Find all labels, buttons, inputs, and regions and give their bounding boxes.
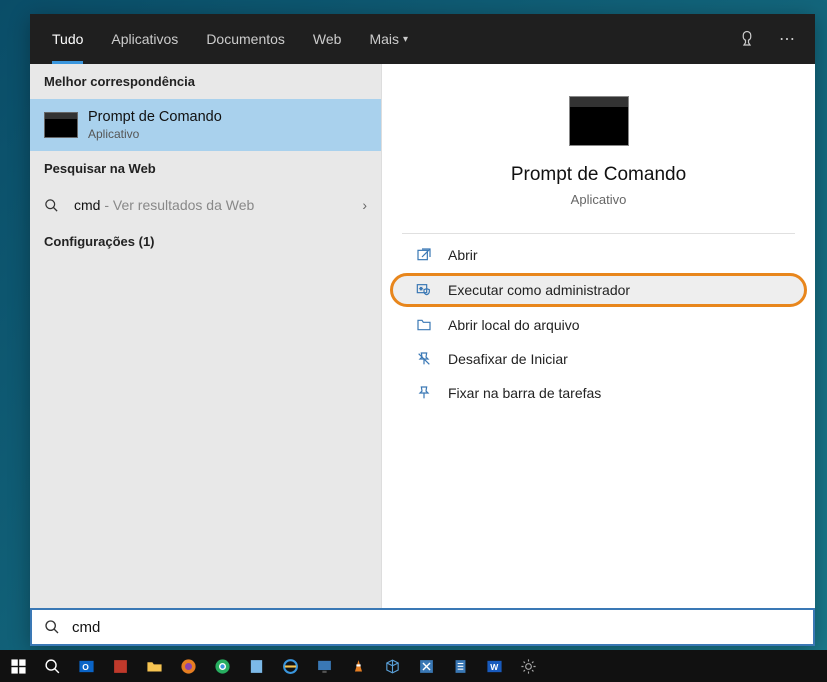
section-settings[interactable]: Configurações (1) — [30, 224, 381, 259]
taskbar-search-icon[interactable] — [36, 652, 68, 680]
result-subtitle: Aplicativo — [88, 127, 367, 141]
result-cmd-prompt[interactable]: Prompt de Comando Aplicativo — [30, 99, 381, 151]
action-unpin-start[interactable]: Desafixar de Iniciar — [390, 343, 807, 375]
divider — [402, 233, 795, 234]
taskbar-firefox-icon[interactable] — [172, 652, 204, 680]
action-label: Abrir local do arquivo — [448, 317, 580, 333]
taskbar-explorer-icon[interactable] — [138, 652, 170, 680]
action-pin-taskbar[interactable]: Fixar na barra de tarefas — [390, 377, 807, 409]
action-label: Fixar na barra de tarefas — [448, 385, 601, 401]
taskbar-outlook-icon[interactable]: O — [70, 652, 102, 680]
taskbar-app-monitor-icon[interactable] — [308, 652, 340, 680]
section-best-match: Melhor correspondência — [30, 64, 381, 99]
preview-cmd-icon — [569, 96, 629, 146]
preview-column: Prompt de Comando Aplicativo Abrir Execu… — [382, 64, 815, 608]
tab-apps[interactable]: Aplicativos — [97, 14, 192, 64]
taskbar: O W — [0, 650, 827, 682]
action-run-as-admin[interactable]: Executar como administrador — [390, 273, 807, 307]
start-button[interactable] — [2, 652, 34, 680]
search-input[interactable] — [72, 619, 813, 636]
folder-icon — [414, 317, 434, 333]
start-search-panel: Tudo Aplicativos Documentos Web Mais▾ ⋯ … — [30, 14, 815, 646]
chevron-right-icon: › — [362, 197, 367, 213]
taskbar-word-icon[interactable]: W — [478, 652, 510, 680]
taskbar-app-red-icon[interactable] — [104, 652, 136, 680]
tab-documents[interactable]: Documentos — [192, 14, 299, 64]
more-options-icon[interactable]: ⋯ — [767, 14, 807, 64]
admin-shield-icon — [414, 282, 434, 298]
preview-title: Prompt de Comando — [511, 164, 686, 186]
pin-icon — [414, 385, 434, 401]
action-label: Desafixar de Iniciar — [448, 351, 568, 367]
taskbar-ie-icon[interactable] — [274, 652, 306, 680]
search-bar — [30, 608, 815, 646]
feedback-icon[interactable] — [727, 14, 767, 64]
preview-subtitle: Aplicativo — [571, 192, 627, 207]
action-label: Abrir — [448, 247, 478, 263]
taskbar-app-doc-icon[interactable] — [444, 652, 476, 680]
action-open[interactable]: Abrir — [390, 239, 807, 271]
open-icon — [414, 247, 434, 263]
tab-all[interactable]: Tudo — [38, 14, 97, 64]
action-open-file-location[interactable]: Abrir local do arquivo — [390, 309, 807, 341]
cmd-icon — [44, 111, 78, 139]
search-icon — [44, 198, 66, 213]
unpin-icon — [414, 351, 434, 367]
svg-text:O: O — [82, 662, 89, 672]
search-icon — [32, 619, 72, 635]
web-result-text: cmd - Ver resultados da Web — [74, 197, 362, 213]
results-column: Melhor correspondência Prompt de Comando… — [30, 64, 382, 608]
taskbar-app-gear-icon[interactable] — [512, 652, 544, 680]
svg-text:W: W — [490, 662, 499, 672]
taskbar-app-cube-icon[interactable] — [376, 652, 408, 680]
chevron-down-icon: ▾ — [403, 34, 408, 45]
section-web-search: Pesquisar na Web — [30, 151, 381, 186]
tab-more[interactable]: Mais▾ — [355, 14, 422, 64]
taskbar-app-tool-icon[interactable] — [410, 652, 442, 680]
search-tabs-header: Tudo Aplicativos Documentos Web Mais▾ ⋯ — [30, 14, 815, 64]
tab-web[interactable]: Web — [299, 14, 356, 64]
taskbar-chrome-icon[interactable] — [206, 652, 238, 680]
taskbar-app-notepad-icon[interactable] — [240, 652, 272, 680]
taskbar-vlc-icon[interactable] — [342, 652, 374, 680]
action-label: Executar como administrador — [448, 282, 630, 298]
web-search-result[interactable]: cmd - Ver resultados da Web › — [30, 186, 381, 224]
result-title: Prompt de Comando — [88, 109, 367, 125]
